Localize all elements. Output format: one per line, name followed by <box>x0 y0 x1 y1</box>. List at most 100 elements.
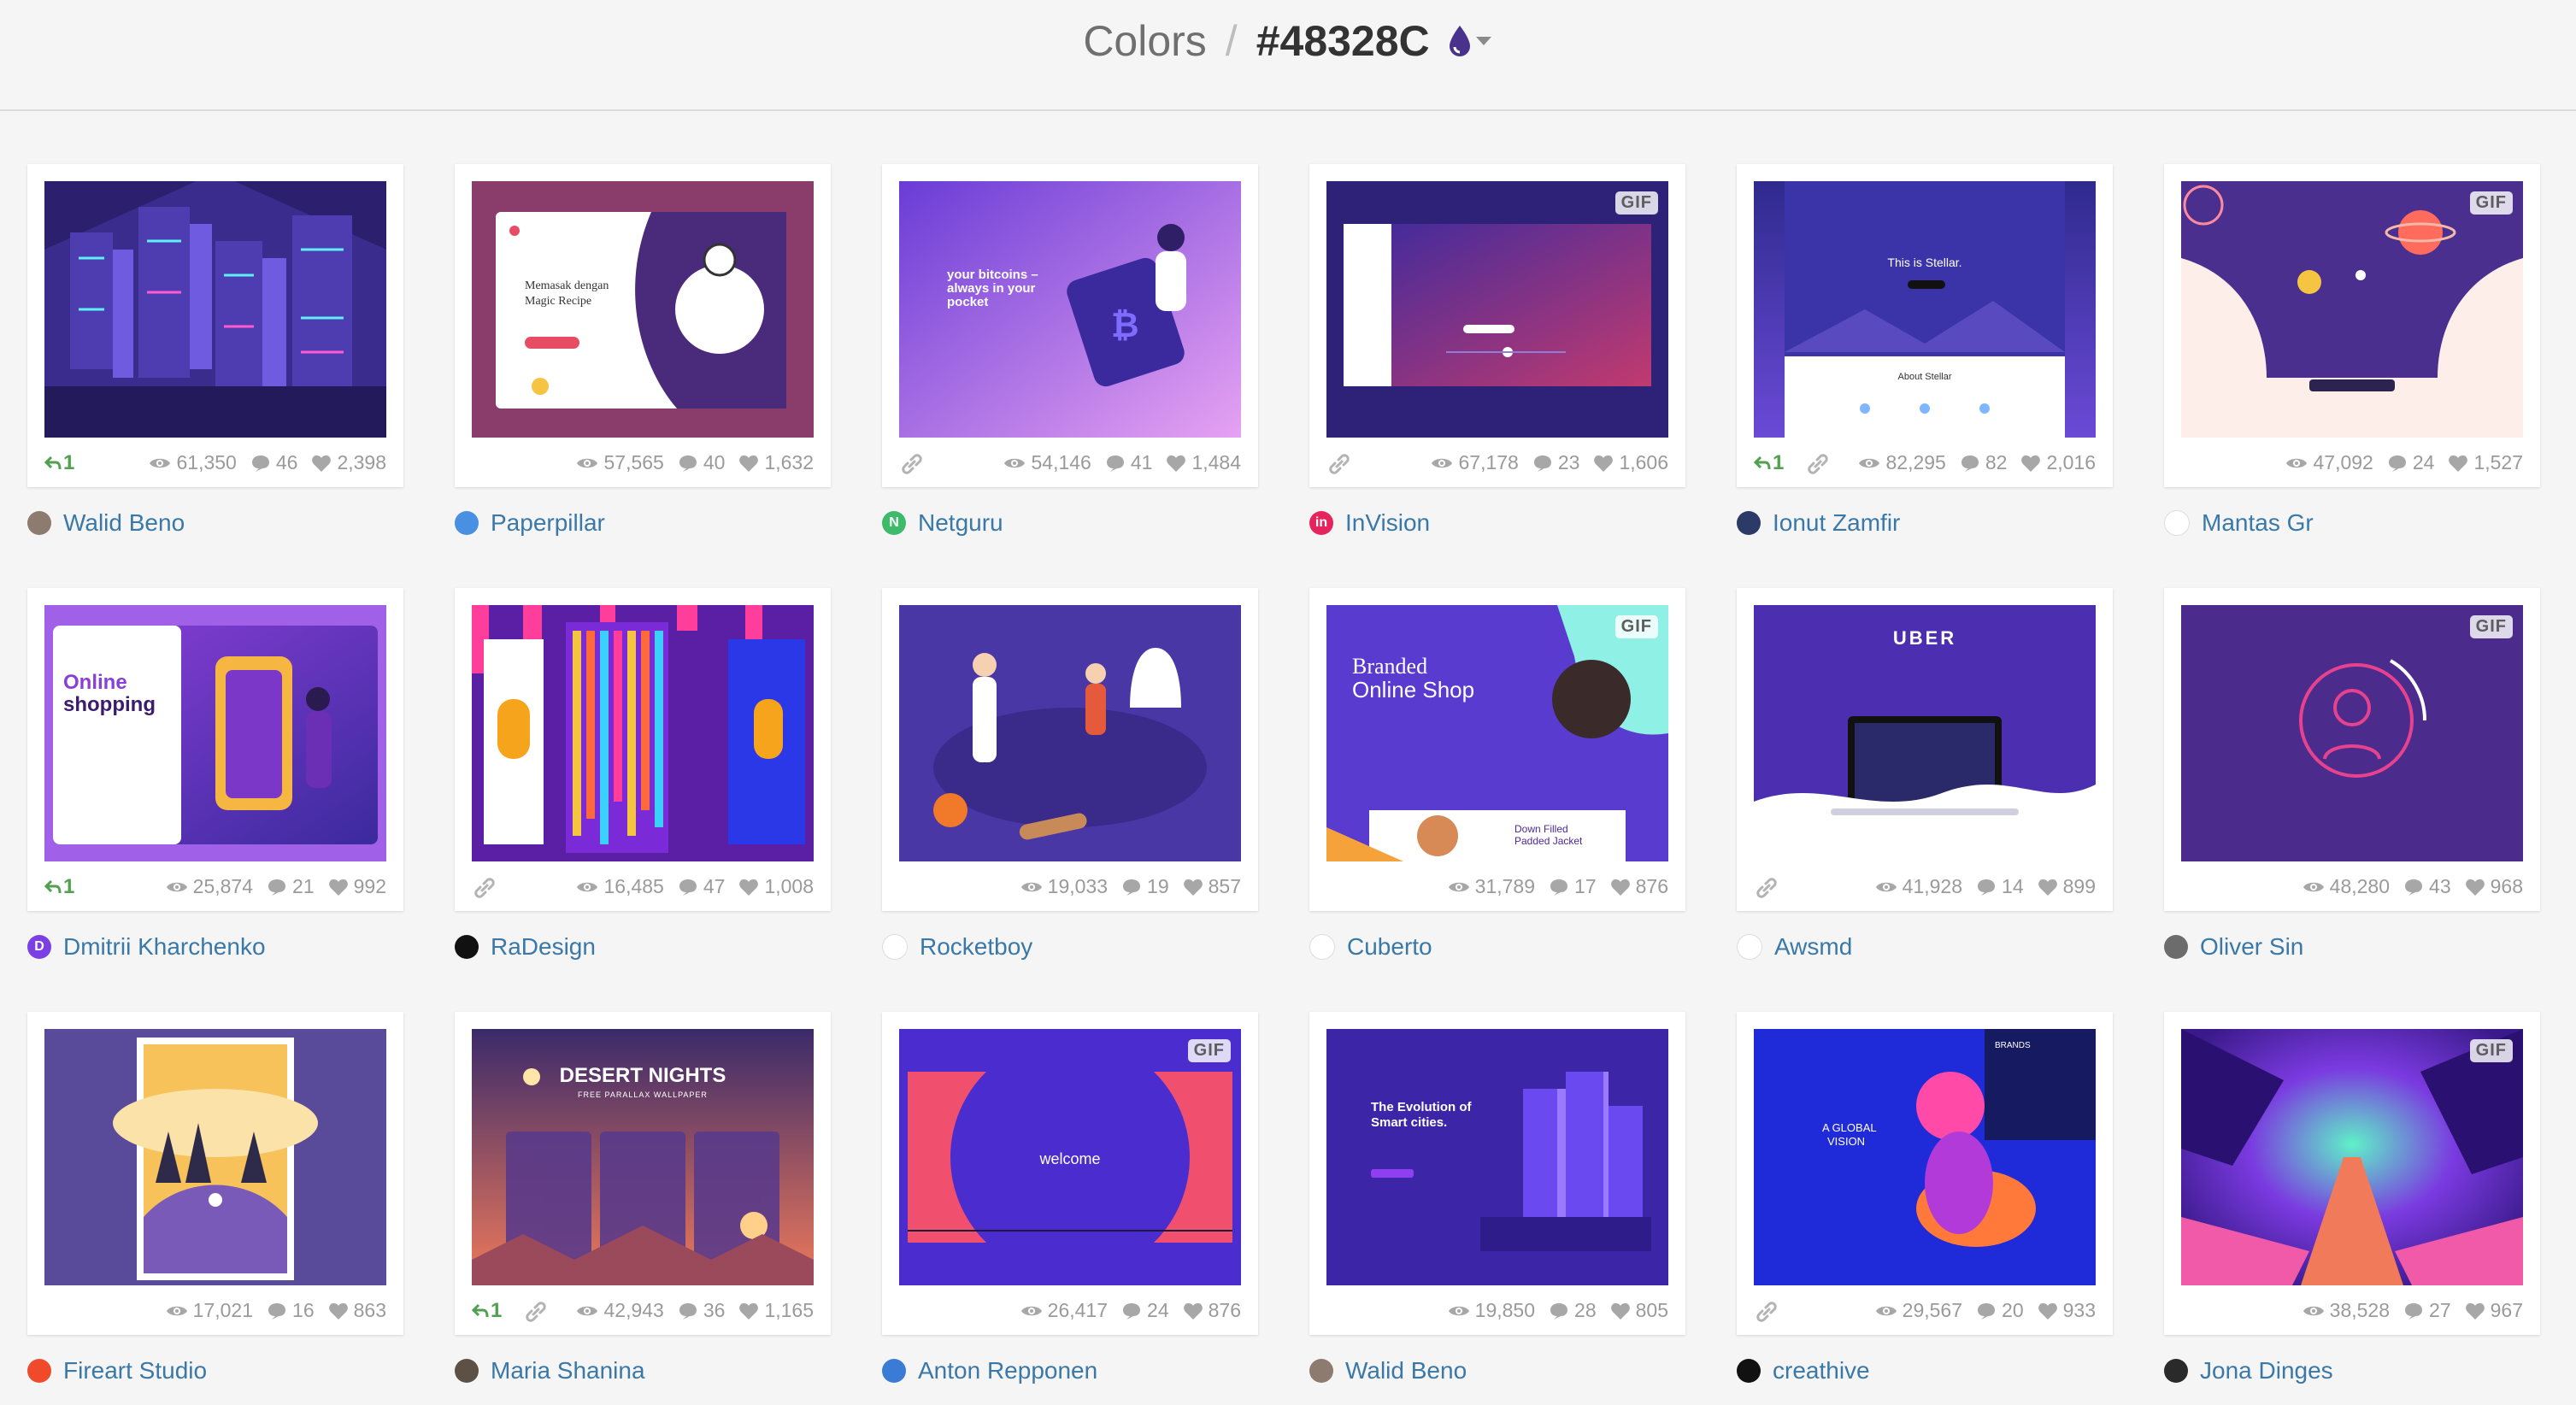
attachment-link-icon[interactable] <box>1326 451 1352 483</box>
author-link[interactable]: Walid Beno <box>27 506 403 540</box>
comments-stat[interactable]: 24 <box>2387 451 2434 474</box>
comments-stat[interactable]: 23 <box>1532 451 1579 474</box>
shot-image <box>2181 1029 2523 1285</box>
shot-thumbnail[interactable]: your bitcoins – always in your pocket ₿ <box>899 181 1241 438</box>
attachment-link-icon[interactable] <box>1805 451 1831 483</box>
rebound-count[interactable]: 1 <box>44 875 74 899</box>
author-link[interactable]: Rocketboy <box>882 930 1258 964</box>
likes-stat[interactable]: 1,484 <box>1166 451 1241 474</box>
shot-thumbnail[interactable]: This is Stellar. About Stellar <box>1754 181 2096 438</box>
comments-stat[interactable]: 21 <box>267 875 315 898</box>
author-link[interactable]: Fireart Studio <box>27 1354 403 1388</box>
author-link[interactable]: Cuberto <box>1309 930 1685 964</box>
shot-thumbnail[interactable] <box>899 605 1241 861</box>
shot-thumbnail[interactable] <box>44 1029 386 1285</box>
likes-stat[interactable]: 857 <box>1183 875 1241 898</box>
shot-thumbnail[interactable]: Online shopping <box>44 605 386 861</box>
comments-stat[interactable]: 27 <box>2403 1299 2451 1322</box>
shot-meta: 29,567 20 933 <box>1754 1292 2096 1328</box>
shot-thumbnail[interactable]: GIF <box>2181 181 2523 438</box>
attachment-link-icon[interactable] <box>1754 875 1779 907</box>
shot-stats: 54,146 41 1,484 <box>990 451 1241 474</box>
shot-thumbnail[interactable]: Branded Online Shop Down Filled Padded J… <box>1326 605 1668 861</box>
author-link[interactable]: Awsmd <box>1737 930 2113 964</box>
likes-count: 1,632 <box>764 451 814 473</box>
likes-stat[interactable]: 1,606 <box>1593 451 1668 474</box>
likes-stat[interactable]: 968 <box>2465 875 2523 898</box>
likes-stat[interactable]: 805 <box>1610 1299 1668 1322</box>
author-link[interactable]: Paperpillar <box>455 506 831 540</box>
svg-text:Branded: Branded <box>1352 654 1427 679</box>
shot-thumbnail[interactable]: UBER <box>1754 605 2096 861</box>
shot-thumbnail[interactable]: welcome GIF <box>899 1029 1241 1285</box>
shot-thumbnail[interactable]: The Evolution of Smart cities. <box>1326 1029 1668 1285</box>
author-link[interactable]: D Dmitrii Kharchenko <box>27 930 403 964</box>
comments-stat[interactable]: 28 <box>1549 1299 1597 1322</box>
comments-stat[interactable]: 16 <box>267 1299 315 1322</box>
breadcrumb-colors[interactable]: Colors <box>1083 16 1206 66</box>
shot-thumbnail[interactable]: DESERT NIGHTS FREE PARALLAX WALLPAPER <box>472 1029 814 1285</box>
comments-stat[interactable]: 14 <box>1976 875 2024 898</box>
author-link[interactable]: Anton Repponen <box>882 1354 1258 1388</box>
likes-stat[interactable]: 1,527 <box>2448 451 2523 474</box>
svg-text:Online: Online <box>63 671 127 694</box>
author-name: Cuberto <box>1347 933 1432 960</box>
eye-icon <box>1448 1303 1475 1319</box>
attachment-link-icon[interactable] <box>523 1299 549 1331</box>
likes-stat[interactable]: 2,016 <box>2020 451 2096 474</box>
likes-stat[interactable]: 876 <box>1183 1299 1241 1322</box>
likes-stat[interactable]: 1,165 <box>738 1299 814 1322</box>
comments-stat[interactable]: 17 <box>1549 875 1597 898</box>
shot-thumbnail[interactable]: Memasak dengan Magic Recipe <box>472 181 814 438</box>
author-link[interactable]: Jona Dinges <box>2164 1354 2540 1388</box>
comments-stat[interactable]: 41 <box>1105 451 1152 474</box>
shot-thumbnail[interactable]: A GLOBAL VISION BRANDS <box>1754 1029 2096 1285</box>
author-link[interactable]: Maria Shanina <box>455 1354 831 1388</box>
likes-stat[interactable]: 1,008 <box>738 875 814 898</box>
likes-stat[interactable]: 967 <box>2465 1299 2523 1322</box>
eye-icon <box>1875 1303 1903 1319</box>
author-link[interactable]: Oliver Sin <box>2164 930 2540 964</box>
comments-stat[interactable]: 40 <box>678 451 725 474</box>
comments-stat[interactable]: 24 <box>1121 1299 1169 1322</box>
shot-thumbnail[interactable]: GIF <box>2181 1029 2523 1285</box>
rebound-count[interactable]: 1 <box>471 1299 502 1323</box>
author-link[interactable]: Walid Beno <box>1309 1354 1685 1388</box>
likes-stat[interactable]: 1,632 <box>738 451 814 474</box>
author-link[interactable]: N Netguru <box>882 506 1258 540</box>
color-dropdown-toggle[interactable] <box>1445 24 1493 58</box>
comments-stat[interactable]: 82 <box>1960 451 2007 474</box>
rebound-count[interactable]: 1 <box>44 451 74 475</box>
likes-stat[interactable]: 899 <box>2038 875 2096 898</box>
comments-stat[interactable]: 46 <box>250 451 297 474</box>
author-link[interactable]: Ionut Zamfir <box>1737 506 2113 540</box>
comments-stat[interactable]: 47 <box>678 875 725 898</box>
comments-stat[interactable]: 19 <box>1121 875 1169 898</box>
rebound-count[interactable]: 1 <box>1753 451 1784 475</box>
likes-stat[interactable]: 863 <box>328 1299 386 1322</box>
shot-thumbnail[interactable] <box>472 605 814 861</box>
likes-stat[interactable]: 933 <box>2038 1299 2096 1322</box>
shot-thumbnail[interactable] <box>44 181 386 438</box>
comments-stat[interactable]: 20 <box>1976 1299 2024 1322</box>
shot-thumbnail[interactable]: GIF <box>2181 605 2523 861</box>
gif-badge: GIF <box>2469 1039 2513 1062</box>
author-link[interactable]: in InVision <box>1309 506 1685 540</box>
likes-stat[interactable]: 992 <box>328 875 386 898</box>
author-link[interactable]: Mantas Gr <box>2164 506 2540 540</box>
comments-stat[interactable]: 36 <box>678 1299 725 1322</box>
shot-card: welcome GIF 26,417 24 876 <box>882 1012 1258 1335</box>
author-name: Anton Repponen <box>918 1357 1098 1384</box>
shot-meta: 1 42,943 36 1,165 <box>471 1292 814 1331</box>
attachment-link-icon[interactable] <box>899 451 925 483</box>
author-link[interactable]: RaDesign <box>455 930 831 964</box>
attachment-link-icon[interactable] <box>1754 1299 1779 1331</box>
attachment-link-icon[interactable] <box>472 875 497 907</box>
likes-stat[interactable]: 876 <box>1610 875 1668 898</box>
shot-meta: 41,928 14 899 <box>1754 868 2096 904</box>
author-link[interactable]: creathive <box>1737 1354 2113 1388</box>
likes-count: 992 <box>353 875 386 897</box>
likes-stat[interactable]: 2,398 <box>311 451 386 474</box>
comments-stat[interactable]: 43 <box>2403 875 2451 898</box>
shot-thumbnail[interactable]: GIF <box>1326 181 1668 438</box>
